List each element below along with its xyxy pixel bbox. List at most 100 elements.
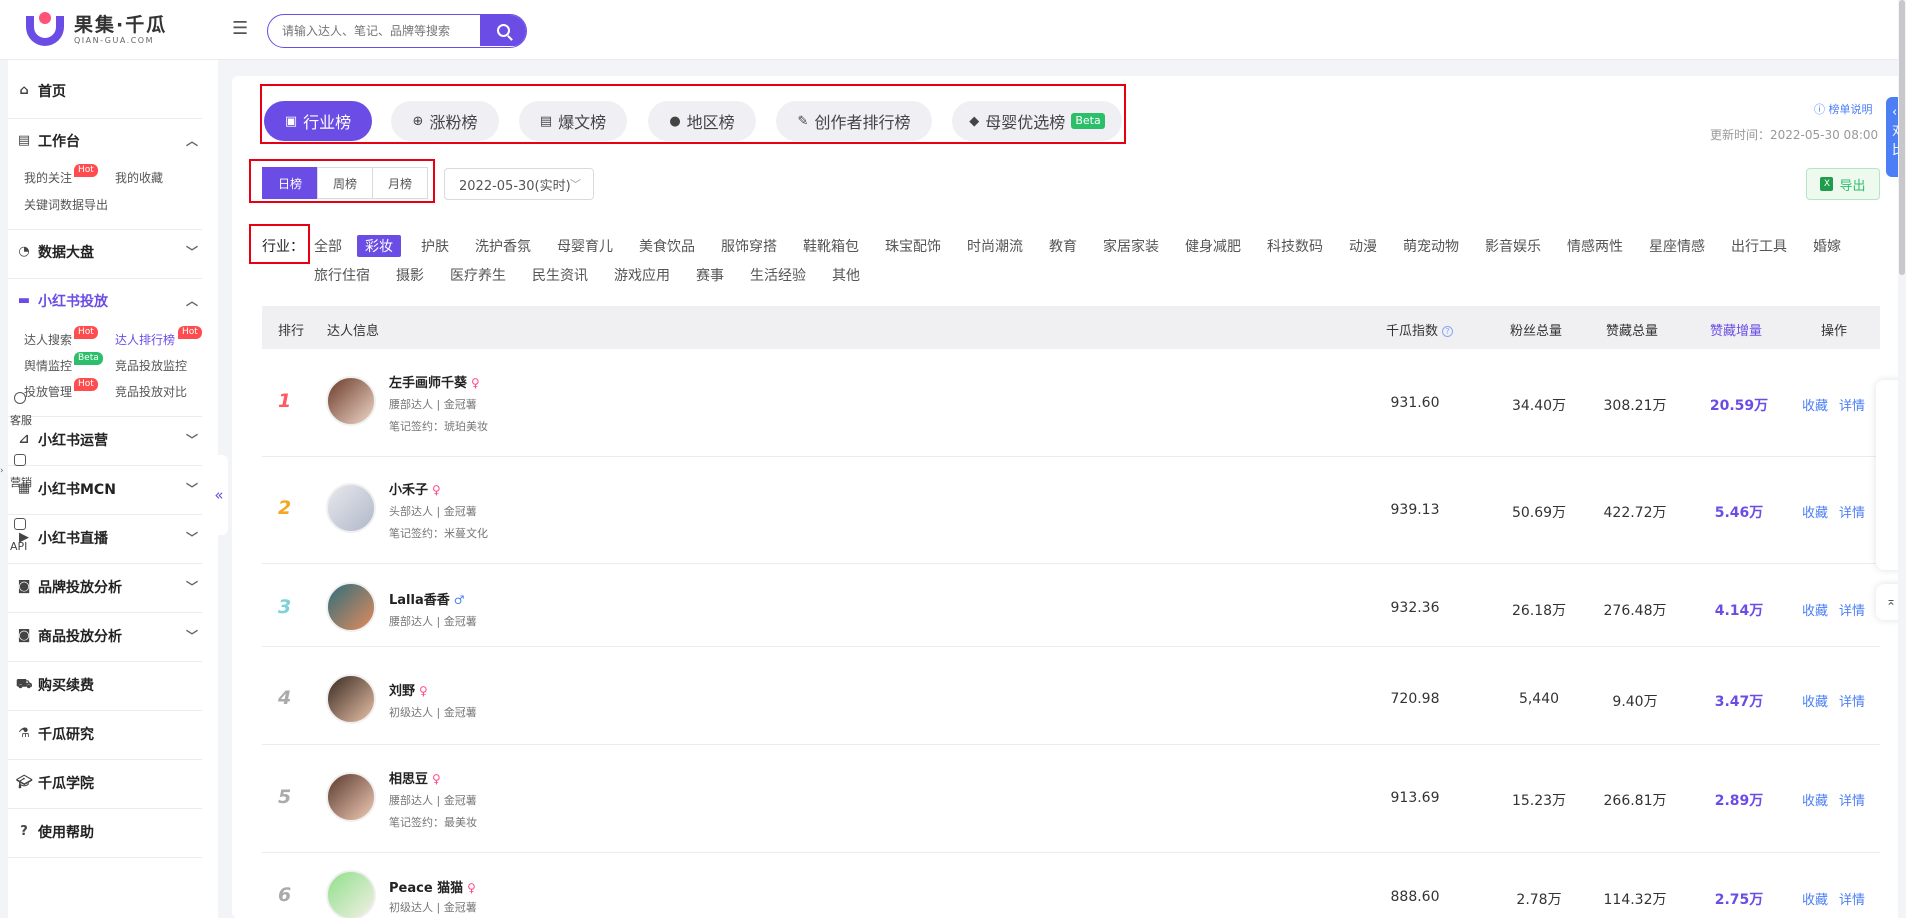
kol-name[interactable]: 相思豆 ♀	[389, 768, 441, 787]
industry-astrology[interactable]: 星座情感	[1649, 236, 1705, 256]
avatar[interactable]	[326, 376, 376, 426]
tab-fans-growth-rank[interactable]: ⊕ 涨粉榜	[391, 101, 499, 141]
detail-link[interactable]: 详情	[1839, 395, 1865, 414]
nav-purchase[interactable]: ⛟ 购买续费	[16, 662, 206, 708]
industry-transport[interactable]: 出行工具	[1731, 236, 1787, 256]
service-button[interactable]: 客服	[10, 412, 32, 428]
sub-sentiment-monitor[interactable]: 舆情监控	[24, 357, 72, 374]
industry-games[interactable]: 游戏应用	[614, 265, 670, 285]
sub-my-follow[interactable]: 我的关注	[24, 169, 72, 186]
nav-workbench[interactable]: ▤ 工作台 ︿	[16, 118, 206, 164]
kol-name[interactable]: 刘野 ♀	[389, 680, 428, 699]
logo[interactable]: 果集·千瓜 QIAN-GUA.COM	[24, 12, 167, 46]
industry-bags[interactable]: 鞋靴箱包	[803, 236, 859, 256]
search-button[interactable]	[480, 15, 526, 46]
sub-ad-management[interactable]: 投放管理	[24, 383, 72, 400]
detail-link[interactable]: 详情	[1839, 502, 1865, 521]
favorite-link[interactable]: 收藏	[1802, 600, 1828, 619]
detail-link[interactable]: 详情	[1839, 691, 1865, 710]
marketing-button[interactable]: 营销	[10, 474, 32, 490]
avatar[interactable]	[326, 870, 376, 918]
avatar[interactable]	[326, 483, 376, 533]
period-daily[interactable]: 日榜	[262, 167, 318, 199]
nav-research[interactable]: ⚗ 千瓜研究	[16, 711, 206, 757]
question-icon[interactable]: ?	[1442, 326, 1454, 337]
detail-link[interactable]: 详情	[1839, 790, 1865, 809]
industry-jewelry[interactable]: 珠宝配饰	[885, 236, 941, 256]
avatar[interactable]	[326, 772, 376, 822]
industry-food[interactable]: 美食饮品	[639, 236, 695, 256]
industry-all[interactable]: 全部	[314, 236, 342, 256]
tab-region-rank[interactable]: ● 地区榜	[648, 101, 756, 141]
industry-fashion[interactable]: 服饰穿搭	[721, 236, 777, 256]
industry-education[interactable]: 教育	[1049, 236, 1077, 256]
industry-skincare[interactable]: 护肤	[421, 236, 449, 256]
favorite-link[interactable]: 收藏	[1802, 395, 1828, 414]
collapse-sidebar-button[interactable]: «	[210, 455, 228, 535]
period-monthly[interactable]: 月榜	[372, 167, 428, 199]
nav-data-dashboard[interactable]: ◔ 数据大盘 ﹀	[16, 229, 206, 275]
nav-academy[interactable]: 🎓︎ 千瓜学院	[16, 760, 206, 806]
nav-home[interactable]: ⌂ 首页	[16, 68, 206, 114]
th-likes[interactable]: 赞藏总量	[1606, 320, 1658, 339]
nav-product-analysis[interactable]: ◙ 商品投放分析 ﹀	[16, 613, 206, 659]
industry-trend[interactable]: 时尚潮流	[967, 236, 1023, 256]
industry-home[interactable]: 家居家装	[1103, 236, 1159, 256]
rule-description-link[interactable]: ⓘ 榜单说明	[1814, 101, 1873, 117]
detail-link[interactable]: 详情	[1839, 889, 1865, 908]
tab-maternal-rank[interactable]: ◆ 母婴优选榜 Beta	[952, 101, 1122, 141]
avatar[interactable]	[326, 582, 376, 632]
tab-creator-rank[interactable]: ✎ 创作者排行榜	[776, 101, 932, 141]
industry-tech[interactable]: 科技数码	[1267, 236, 1323, 256]
sub-competitor-compare[interactable]: 竞品投放对比	[115, 383, 187, 400]
period-weekly[interactable]: 周榜	[317, 167, 373, 199]
kol-name[interactable]: 左手画师千葵 ♀	[389, 372, 480, 391]
tab-industry-rank[interactable]: ▣ 行业榜	[264, 101, 372, 141]
industry-body-care[interactable]: 洗护香氛	[475, 236, 531, 256]
industry-photography[interactable]: 摄影	[396, 265, 424, 285]
nav-brand-analysis[interactable]: ◙ 品牌投放分析 ﹀	[16, 564, 206, 610]
industry-entertainment[interactable]: 影音娱乐	[1485, 236, 1541, 256]
scrollbar-thumb[interactable]	[1899, 0, 1905, 275]
industry-sports[interactable]: 赛事	[696, 265, 724, 285]
industry-fitness[interactable]: 健身减肥	[1185, 236, 1241, 256]
sub-kol-ranking[interactable]: 达人排行榜	[115, 331, 175, 348]
industry-travel[interactable]: 旅行住宿	[314, 265, 370, 285]
kol-name[interactable]: Lalla香香 ♂	[389, 589, 465, 608]
industry-parenting[interactable]: 母婴育儿	[557, 236, 613, 256]
nav-xhs-ads[interactable]: ▬ 小红书投放 ︿	[16, 278, 206, 324]
export-button[interactable]: X 导出	[1806, 168, 1880, 200]
search-input[interactable]	[282, 22, 467, 40]
industry-makeup[interactable]: 彩妆	[357, 235, 401, 257]
th-fans[interactable]: 粉丝总量	[1510, 320, 1562, 339]
industry-pets[interactable]: 萌宠动物	[1403, 236, 1459, 256]
industry-anime[interactable]: 动漫	[1349, 236, 1377, 256]
date-select[interactable]: 2022-05-30(实时) ﹀	[444, 168, 594, 200]
industry-news[interactable]: 民生资讯	[532, 265, 588, 285]
nav-help[interactable]: ? 使用帮助	[16, 809, 206, 855]
industry-relationships[interactable]: 情感两性	[1567, 236, 1623, 256]
th-growth[interactable]: 赞藏增量	[1710, 320, 1762, 339]
nav-xhs-mcn[interactable]: ▦ 小红书MCN ﹀	[16, 466, 206, 512]
favorite-link[interactable]: 收藏	[1802, 691, 1828, 710]
sub-my-favorites[interactable]: 我的收藏	[115, 169, 163, 186]
industry-other[interactable]: 其他	[832, 265, 860, 285]
sub-kol-search[interactable]: 达人搜索	[24, 331, 72, 348]
expand-arrow-icon[interactable]: ›	[0, 466, 4, 476]
industry-wedding[interactable]: 婚嫁	[1813, 236, 1841, 256]
industry-life-tips[interactable]: 生活经验	[750, 265, 806, 285]
avatar[interactable]	[326, 674, 376, 724]
kol-name[interactable]: 小禾子 ♀	[389, 479, 441, 498]
tab-viral-post-rank[interactable]: ▤ 爆文榜	[519, 101, 627, 141]
menu-toggle-icon[interactable]: ☰	[232, 18, 252, 42]
industry-health[interactable]: 医疗养生	[450, 265, 506, 285]
nav-xhs-live[interactable]: ▶ 小红书直播 ﹀	[16, 515, 206, 561]
favorite-link[interactable]: 收藏	[1802, 502, 1828, 521]
kol-name[interactable]: Peace 猫猫 ♀	[389, 877, 476, 896]
favorite-link[interactable]: 收藏	[1802, 889, 1828, 908]
sub-competitor-monitor[interactable]: 竞品投放监控	[115, 357, 187, 374]
favorite-link[interactable]: 收藏	[1802, 790, 1828, 809]
detail-link[interactable]: 详情	[1839, 600, 1865, 619]
api-button[interactable]: API	[10, 540, 27, 553]
sub-keyword-export[interactable]: 关键词数据导出	[24, 196, 108, 213]
